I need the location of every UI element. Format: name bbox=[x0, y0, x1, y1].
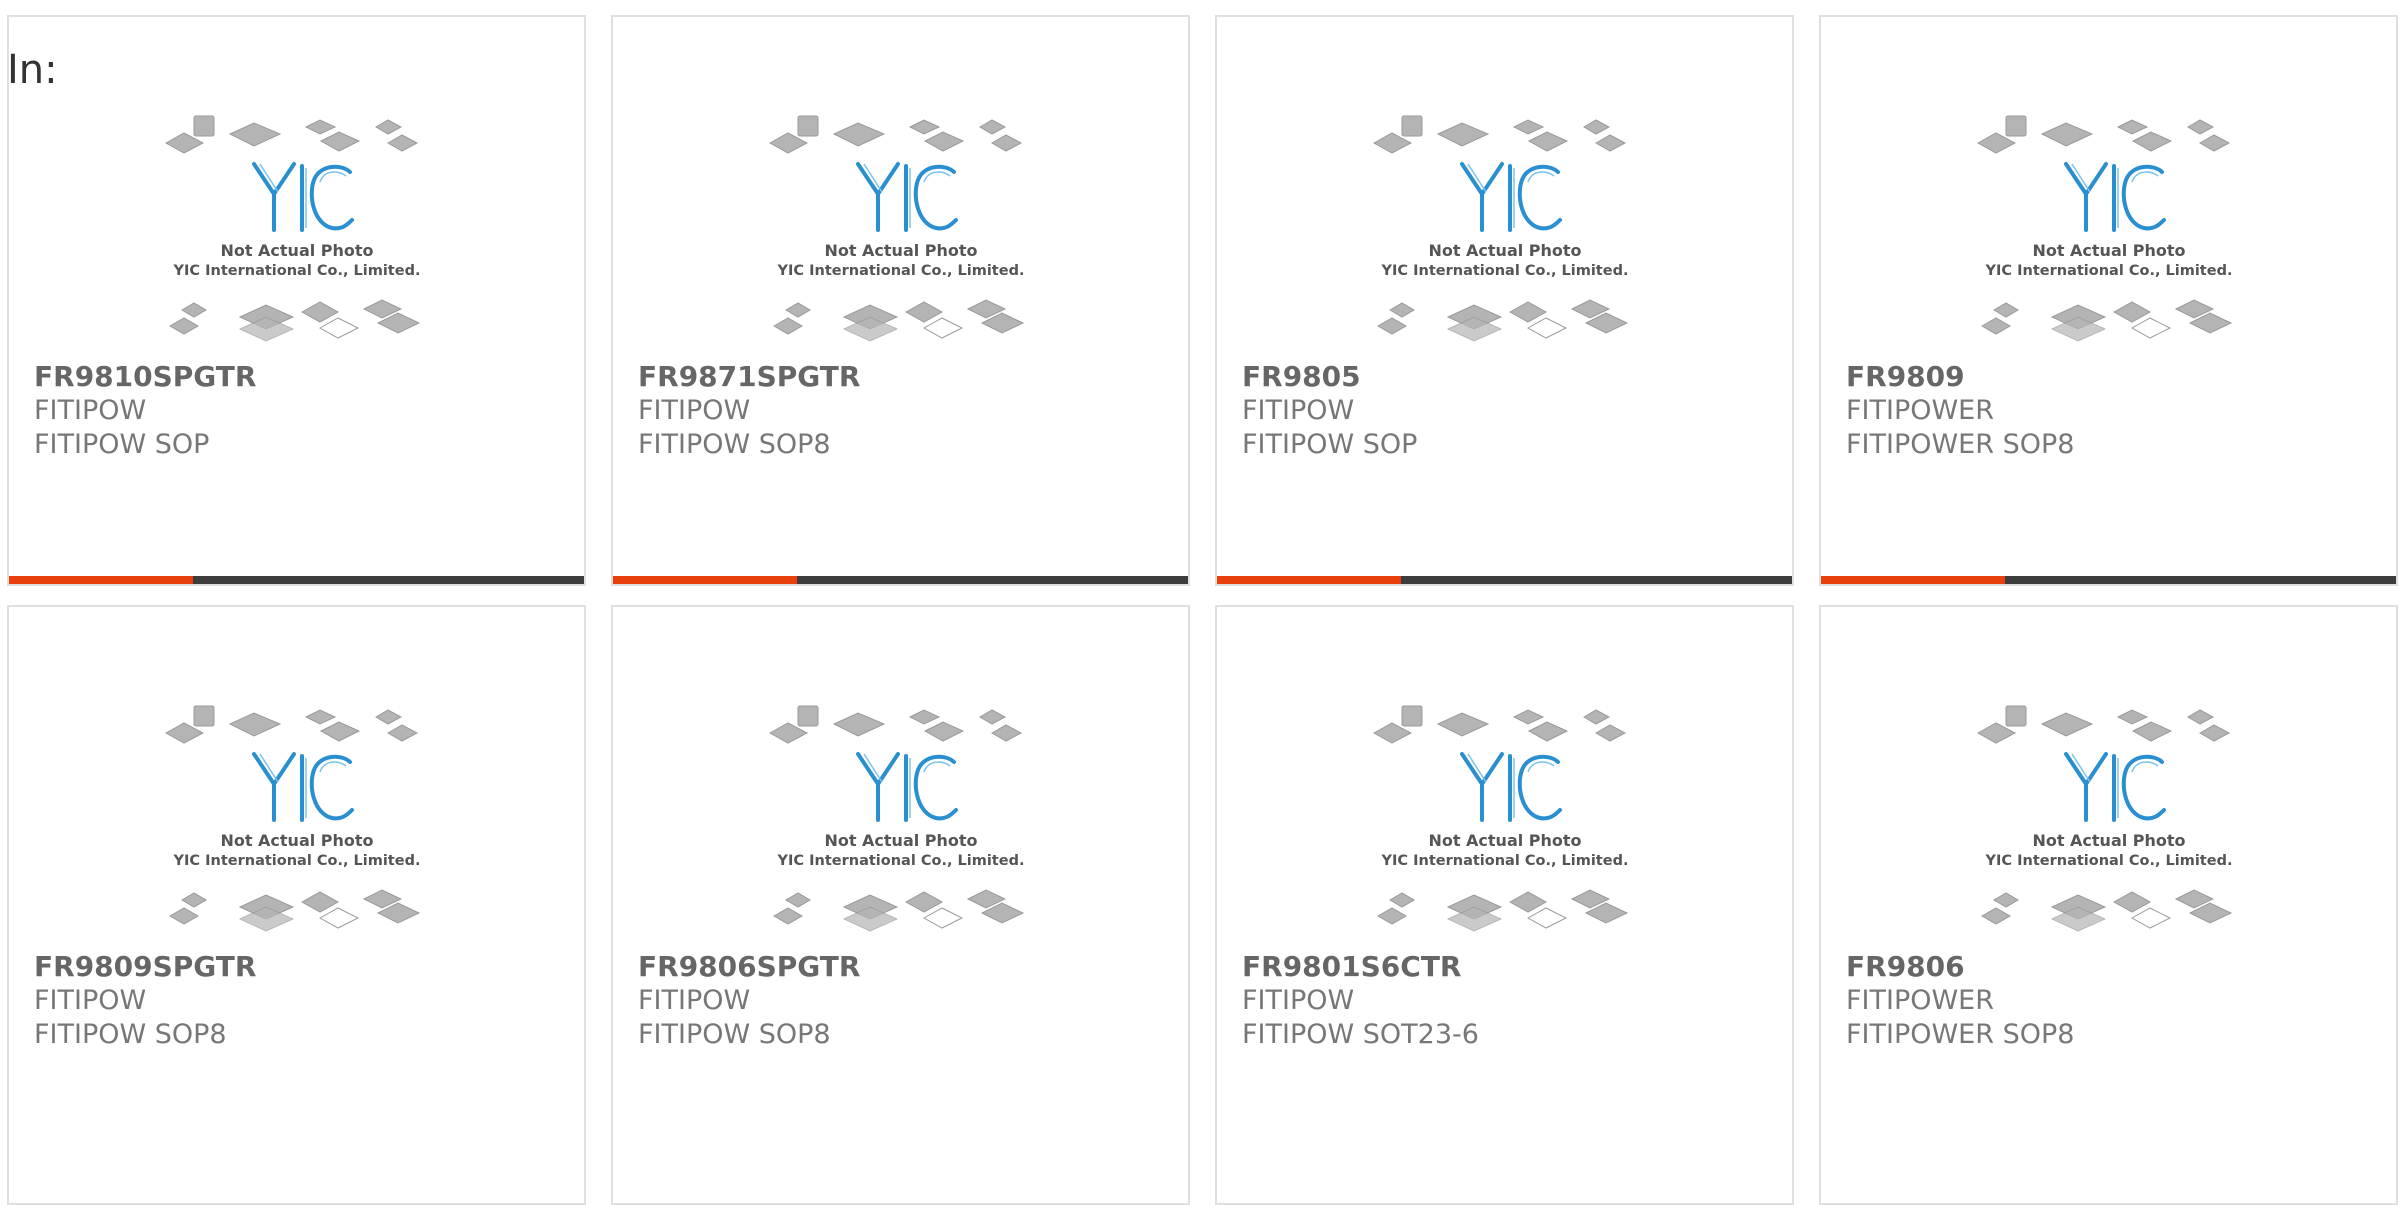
card-progress-bar bbox=[1217, 576, 1792, 584]
product-card[interactable]: Not Actual Photo YIC International Co., … bbox=[7, 15, 586, 586]
thumbnail-caption-line1: Not Actual Photo bbox=[220, 241, 373, 260]
card-progress-fill bbox=[9, 576, 193, 584]
product-manufacturer: FITIPOW bbox=[34, 395, 147, 426]
thumbnail-caption-line1: Not Actual Photo bbox=[220, 831, 373, 850]
product-part-number[interactable]: FR9810SPGTR bbox=[34, 359, 256, 395]
product-package: FITIPOW SOP bbox=[34, 429, 210, 460]
product-thumbnail-image[interactable]: Not Actual Photo YIC International Co., … bbox=[162, 106, 432, 346]
product-manufacturer: FITIPOWER bbox=[1846, 985, 1994, 1016]
product-grid: Not Actual Photo YIC International Co., … bbox=[7, 15, 2398, 1205]
product-package: FITIPOW SOP bbox=[1242, 429, 1418, 460]
product-part-number[interactable]: FR9806 bbox=[1846, 949, 1965, 985]
product-thumbnail-image[interactable]: Not Actual Photo YIC International Co., … bbox=[766, 696, 1036, 936]
product-part-number[interactable]: FR9809SPGTR bbox=[34, 949, 256, 985]
product-thumbnail-image[interactable]: Not Actual Photo YIC International Co., … bbox=[1370, 696, 1640, 936]
thumbnail-caption-line1: Not Actual Photo bbox=[2032, 241, 2185, 260]
product-manufacturer: FITIPOW bbox=[638, 395, 751, 426]
product-manufacturer: FITIPOWER bbox=[1846, 395, 1994, 426]
product-package: FITIPOWER SOP8 bbox=[1846, 429, 2075, 460]
product-part-number[interactable]: FR9805 bbox=[1242, 359, 1361, 395]
thumbnail-caption-line2: YIC International Co., Limited. bbox=[1380, 853, 1628, 869]
thumbnail-caption-line2: YIC International Co., Limited. bbox=[1380, 263, 1628, 279]
thumbnail-caption-line1: Not Actual Photo bbox=[1428, 831, 1581, 850]
card-progress-bar bbox=[1821, 576, 2396, 584]
product-thumbnail-image[interactable]: Not Actual Photo YIC International Co., … bbox=[1370, 106, 1640, 346]
thumbnail-caption-line1: Not Actual Photo bbox=[2032, 831, 2185, 850]
thumbnail-caption-line1: Not Actual Photo bbox=[1428, 241, 1581, 260]
page-prefix-label: In: bbox=[7, 47, 58, 93]
thumbnail-caption-line2: YIC International Co., Limited. bbox=[172, 853, 420, 869]
product-package: FITIPOW SOP8 bbox=[34, 1019, 227, 1050]
product-part-number[interactable]: FR9806SPGTR bbox=[638, 949, 860, 985]
product-part-number[interactable]: FR9801S6CTR bbox=[1242, 949, 1461, 985]
product-card[interactable]: Not Actual Photo YIC International Co., … bbox=[1819, 605, 2398, 1205]
product-manufacturer: FITIPOW bbox=[638, 985, 751, 1016]
thumbnail-caption-line2: YIC International Co., Limited. bbox=[1984, 853, 2232, 869]
product-thumbnail-image[interactable]: Not Actual Photo YIC International Co., … bbox=[1974, 696, 2244, 936]
card-progress-bar bbox=[9, 576, 584, 584]
product-package: FITIPOWER SOP8 bbox=[1846, 1019, 2075, 1050]
card-progress-fill bbox=[1217, 576, 1401, 584]
thumbnail-caption-line1: Not Actual Photo bbox=[824, 241, 977, 260]
product-manufacturer: FITIPOW bbox=[1242, 395, 1355, 426]
product-card[interactable]: Not Actual Photo YIC International Co., … bbox=[611, 605, 1190, 1205]
thumbnail-caption-line1: Not Actual Photo bbox=[824, 831, 977, 850]
product-card[interactable]: Not Actual Photo YIC International Co., … bbox=[611, 15, 1190, 586]
product-manufacturer: FITIPOW bbox=[34, 985, 147, 1016]
product-card[interactable]: Not Actual Photo YIC International Co., … bbox=[1215, 15, 1794, 586]
product-card[interactable]: Not Actual Photo YIC International Co., … bbox=[1819, 15, 2398, 586]
product-package: FITIPOW SOP8 bbox=[638, 429, 831, 460]
thumbnail-caption-line2: YIC International Co., Limited. bbox=[776, 853, 1024, 869]
product-part-number[interactable]: FR9809 bbox=[1846, 359, 1965, 395]
card-progress-fill bbox=[1821, 576, 2005, 584]
product-package: FITIPOW SOT23-6 bbox=[1242, 1019, 1479, 1050]
card-progress-bar bbox=[613, 576, 1188, 584]
product-part-number[interactable]: FR9871SPGTR bbox=[638, 359, 860, 395]
card-progress-fill bbox=[613, 576, 797, 584]
product-thumbnail-image[interactable]: Not Actual Photo YIC International Co., … bbox=[1974, 106, 2244, 346]
product-manufacturer: FITIPOW bbox=[1242, 985, 1355, 1016]
product-thumbnail-image[interactable]: Not Actual Photo YIC International Co., … bbox=[766, 106, 1036, 346]
product-card[interactable]: Not Actual Photo YIC International Co., … bbox=[7, 605, 586, 1205]
product-card[interactable]: Not Actual Photo YIC International Co., … bbox=[1215, 605, 1794, 1205]
product-package: FITIPOW SOP8 bbox=[638, 1019, 831, 1050]
thumbnail-caption-line2: YIC International Co., Limited. bbox=[172, 263, 420, 279]
product-thumbnail-image[interactable]: Not Actual Photo YIC International Co., … bbox=[162, 696, 432, 936]
thumbnail-caption-line2: YIC International Co., Limited. bbox=[776, 263, 1024, 279]
thumbnail-caption-line2: YIC International Co., Limited. bbox=[1984, 263, 2232, 279]
